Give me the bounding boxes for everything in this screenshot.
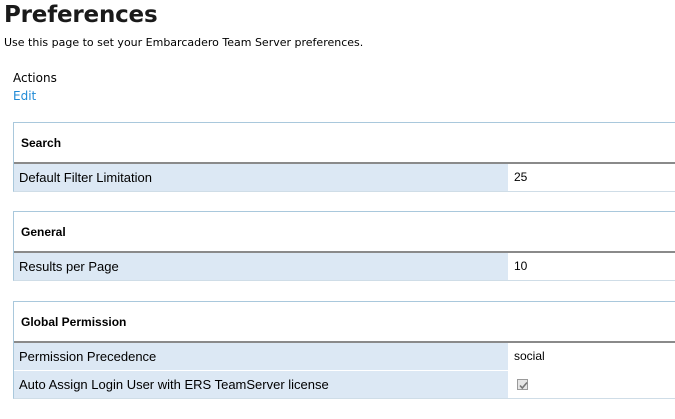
- row-label: Permission Precedence: [14, 343, 508, 370]
- edit-link[interactable]: Edit: [13, 89, 36, 103]
- row-label: Results per Page: [14, 253, 508, 280]
- row-value: social: [508, 343, 675, 370]
- actions-label: Actions: [13, 71, 57, 85]
- page-subtitle: Use this page to set your Embarcadero Te…: [4, 36, 364, 49]
- preference-row-default-filter-limitation: Default Filter Limitation 25: [14, 164, 675, 191]
- checkmark-icon: [519, 381, 528, 390]
- row-value: 25: [508, 164, 675, 191]
- section-header-general: General: [14, 212, 675, 253]
- general-section: General Results per Page 10: [13, 211, 675, 281]
- preference-row-results-per-page: Results per Page 10: [14, 253, 675, 280]
- row-value-checkbox-cell: [508, 371, 675, 398]
- preference-row-auto-assign-license: Auto Assign Login User with ERS TeamServ…: [14, 370, 675, 398]
- row-label: Auto Assign Login User with ERS TeamServ…: [14, 371, 508, 398]
- section-header-search: Search: [14, 123, 675, 164]
- page-title: Preferences: [4, 2, 158, 28]
- global-permission-section: Global Permission Permission Precedence …: [13, 301, 675, 399]
- section-header-global-permission: Global Permission: [14, 302, 675, 343]
- preference-row-permission-precedence: Permission Precedence social: [14, 343, 675, 370]
- row-label: Default Filter Limitation: [14, 164, 508, 191]
- row-value: 10: [508, 253, 675, 280]
- search-section: Search Default Filter Limitation 25: [13, 122, 675, 192]
- auto-assign-license-checkbox: [517, 379, 528, 390]
